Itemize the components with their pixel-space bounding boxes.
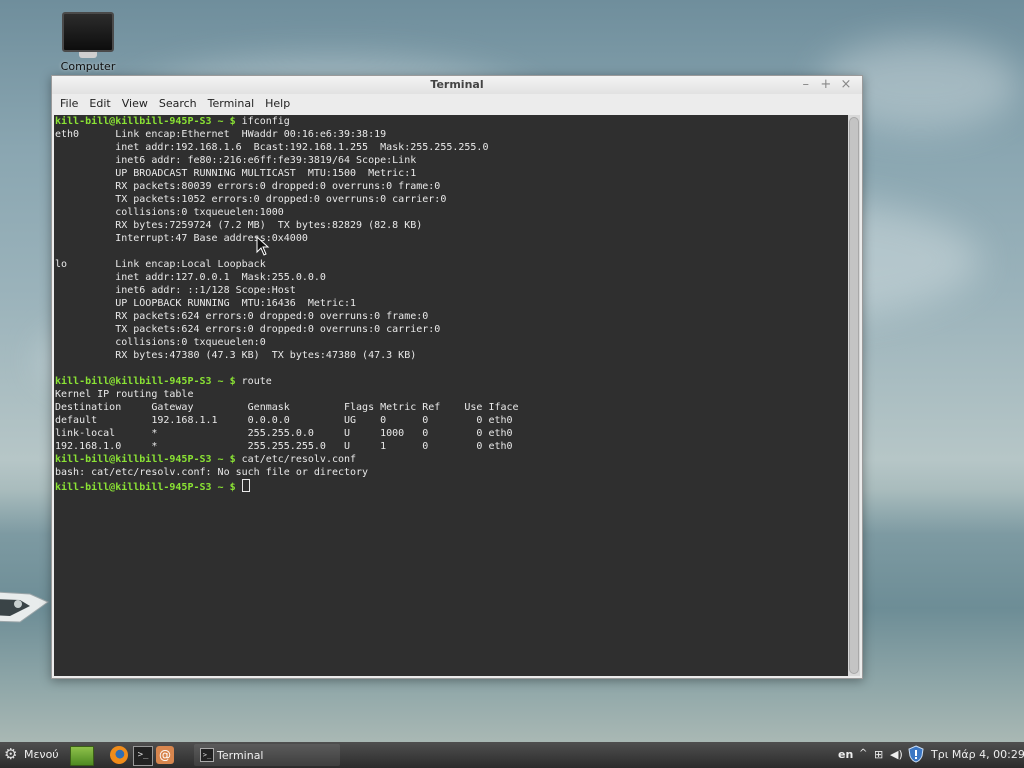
maximize-button[interactable]: + xyxy=(818,77,834,92)
terminal-command: route xyxy=(241,376,272,387)
keyboard-layout-indicator[interactable]: en xyxy=(838,748,853,761)
terminal-output-line: inet6 addr: fe80::216:e6ff:fe39:3819/64 … xyxy=(55,155,417,166)
terminal-output-line: TX packets:1052 errors:0 dropped:0 overr… xyxy=(55,194,447,205)
terminal-output-line: RX packets:624 errors:0 dropped:0 overru… xyxy=(55,311,429,322)
computer-icon-stand xyxy=(79,52,97,58)
terminal-output-line: UP LOOPBACK RUNNING MTU:16436 Metric:1 xyxy=(55,298,357,309)
menu-help[interactable]: Help xyxy=(259,94,295,110)
ifconfig-output: eth0 Link encap:Ethernet HWaddr 00:16:e6… xyxy=(55,128,848,375)
error-message: bash: cat/etc/resolv.conf: No such file … xyxy=(55,467,369,478)
window-title: Terminal xyxy=(430,78,484,91)
terminal-prompt: kill-bill@killbill-945P-S3 ~ $ xyxy=(55,482,236,493)
route-output: Kernel IP routing table Destination Gatew… xyxy=(55,388,848,453)
terminal-prompt: kill-bill@killbill-945P-S3 ~ $ xyxy=(55,376,236,387)
gear-icon: ⚙ xyxy=(4,745,18,763)
terminal-prompt: kill-bill@killbill-945P-S3 ~ $ xyxy=(55,454,236,465)
terminal-output-line: TX packets:624 errors:0 dropped:0 overru… xyxy=(55,324,441,335)
terminal-launcher-icon[interactable]: >_ xyxy=(133,746,153,766)
terminal-line: kill-bill@killbill-945P-S3 ~ $ cat/etc/r… xyxy=(55,453,848,466)
terminal-output-line: inet6 addr: ::1/128 Scope:Host xyxy=(55,285,296,296)
terminal-output-line: inet addr:127.0.0.1 Mask:255.0.0.0 xyxy=(55,272,326,283)
taskbar-task-terminal[interactable]: >_ Terminal xyxy=(194,744,340,766)
terminal-output-line: collisions:0 txqueuelen:0 xyxy=(55,337,266,348)
terminal-output-line: RX packets:80039 errors:0 dropped:0 over… xyxy=(55,181,441,192)
firefox-launcher-icon[interactable] xyxy=(110,746,128,764)
terminal-output-area[interactable]: kill-bill@killbill-945P-S3 ~ $ ifconfig e… xyxy=(54,115,848,676)
terminal-command: ifconfig xyxy=(241,116,290,127)
boat-image xyxy=(0,591,50,623)
terminal-line: kill-bill@killbill-945P-S3 ~ $ ifconfig xyxy=(55,115,848,128)
update-shield-icon[interactable] xyxy=(908,745,924,763)
menu-file[interactable]: File xyxy=(54,94,83,110)
menu-edit[interactable]: Edit xyxy=(83,94,115,110)
files-launcher-icon[interactable] xyxy=(70,746,94,766)
terminal-output-line: RX bytes:7259724 (7.2 MB) TX bytes:82829… xyxy=(55,220,423,231)
terminal-output-line: Destination Gateway Genmask Flags Metric… xyxy=(55,402,519,413)
menu-terminal[interactable]: Terminal xyxy=(202,94,260,110)
terminal-window[interactable]: Terminal – + × File Edit View Search Termina… xyxy=(51,75,863,679)
scrollbar-thumb[interactable] xyxy=(849,117,859,674)
window-controls: – + × xyxy=(798,77,854,92)
terminal-task-icon: >_ xyxy=(200,748,214,762)
menu-search[interactable]: Search xyxy=(153,94,202,110)
terminal-output-line: inet addr:192.168.1.6 Bcast:192.168.1.25… xyxy=(55,142,489,153)
mail-launcher-icon[interactable]: @ xyxy=(156,746,174,764)
terminal-command: cat/etc/resolv.conf xyxy=(241,454,357,465)
desktop-icon-label: Computer xyxy=(60,60,116,73)
tray-expand-icon[interactable]: ^ xyxy=(859,748,867,759)
terminal-line: kill-bill@killbill-945P-S3 ~ $ xyxy=(55,479,848,494)
close-button[interactable]: × xyxy=(838,77,854,92)
terminal-output-line: eth0 Link encap:Ethernet HWaddr 00:16:e6… xyxy=(55,129,387,140)
terminal-output-line: collisions:0 txqueuelen:1000 xyxy=(55,207,284,218)
terminal-output-line: default 192.168.1.1 0.0.0.0 UG 0 0 0 eth… xyxy=(55,415,513,426)
terminal-output-line: RX bytes:47380 (47.3 KB) TX bytes:47380 … xyxy=(55,350,417,361)
terminal-content: kill-bill@killbill-945P-S3 ~ $ ifconfig e… xyxy=(54,115,848,494)
menubar: File Edit View Search Terminal Help xyxy=(52,94,862,113)
terminal-output-line: UP BROADCAST RUNNING MULTICAST MTU:1500 … xyxy=(55,168,417,179)
desktop-icon-computer[interactable]: Computer xyxy=(58,12,118,73)
terminal-output-line: link-local * 255.255.0.0 U 1000 0 0 eth0 xyxy=(55,428,513,439)
taskbar-task-label: Terminal xyxy=(217,749,264,762)
mouse-pointer-icon xyxy=(256,236,270,256)
clock[interactable]: Τρι Μάρ 4, 00:29 xyxy=(931,748,1024,761)
volume-icon[interactable]: ◀) xyxy=(890,748,903,761)
terminal-prompt: kill-bill@killbill-945P-S3 ~ $ xyxy=(55,116,236,127)
start-menu-label: Μενού xyxy=(24,747,59,761)
computer-icon xyxy=(62,12,114,52)
terminal-output-line: Kernel IP routing table xyxy=(55,389,194,400)
terminal-scrollbar[interactable] xyxy=(848,115,860,676)
window-titlebar[interactable]: Terminal – + × xyxy=(52,76,862,94)
terminal-output-line: lo Link encap:Local Loopback xyxy=(55,259,266,270)
start-menu-button[interactable]: ⚙ Μενού xyxy=(4,746,59,764)
text-cursor[interactable] xyxy=(241,479,250,492)
terminal-output-line: 192.168.1.0 * 255.255.255.0 U 1 0 0 eth0 xyxy=(55,441,513,452)
terminal-line: kill-bill@killbill-945P-S3 ~ $ route xyxy=(55,375,848,388)
network-icon[interactable]: ⊞ xyxy=(874,748,883,761)
menu-view[interactable]: View xyxy=(116,94,153,110)
taskbar: ⚙ Μενού >_ @ >_ Terminal en ^ ⊞ ◀) Τρι Μά… xyxy=(0,742,1024,768)
terminal-output-line: Interrupt:47 Base address:0x4000 xyxy=(55,233,308,244)
minimize-button[interactable]: – xyxy=(798,77,814,92)
